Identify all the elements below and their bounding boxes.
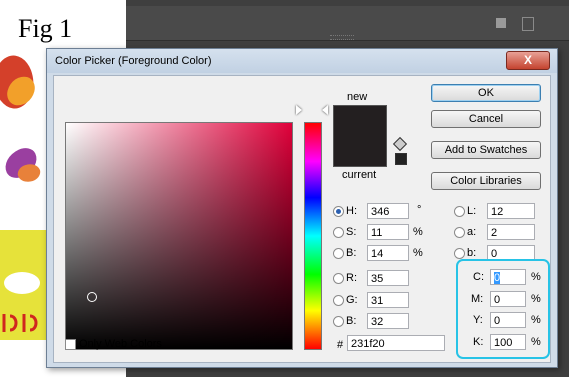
dialog-title: Color Picker (Foreground Color) — [55, 55, 212, 67]
only-web-colors-label: Only Web Colors — [79, 338, 162, 350]
close-icon: X — [523, 53, 532, 67]
b-channel-label: b: — [467, 247, 477, 259]
color-libraries-button[interactable]: Color Libraries — [431, 172, 541, 190]
hue-radio[interactable] — [333, 206, 344, 217]
blue-input[interactable]: 32 — [367, 313, 409, 329]
color-field[interactable] — [65, 122, 293, 350]
white-art-shape — [4, 272, 40, 294]
brightness-label: B: — [346, 247, 357, 259]
hue-slider-left-arrow-icon[interactable] — [296, 105, 302, 115]
ok-button[interactable]: OK — [431, 84, 541, 102]
lightness-input[interactable]: 12 — [487, 203, 535, 219]
lightness-label: L: — [467, 205, 477, 217]
blue-label: B: — [346, 315, 357, 327]
only-web-colors-checkbox[interactable] — [65, 339, 76, 350]
current-color-label: current — [342, 169, 377, 181]
b-channel-radio[interactable] — [454, 248, 465, 259]
brightness-radio[interactable] — [333, 248, 344, 259]
panel-grip-icon[interactable] — [330, 35, 354, 40]
red-input[interactable]: 35 — [367, 270, 409, 286]
hue-slider[interactable] — [304, 122, 322, 350]
blue-radio[interactable] — [333, 316, 344, 327]
cyan-value: 0 — [494, 272, 501, 284]
trash-icon[interactable] — [522, 17, 534, 31]
green-radio[interactable] — [333, 295, 344, 306]
color-picker-dialog: Color Picker (Foreground Color) X new cu… — [46, 48, 558, 368]
new-color-swatch — [333, 105, 387, 137]
title-bar[interactable]: Color Picker (Foreground Color) X — [47, 49, 557, 73]
new-layer-icon[interactable] — [496, 18, 506, 28]
hex-input[interactable]: 231f20 — [347, 335, 445, 351]
lightness-radio[interactable] — [454, 206, 465, 217]
a-channel-label: a: — [467, 226, 477, 238]
percent-unit: % — [531, 314, 541, 326]
red-art-text — [0, 310, 46, 342]
a-channel-input[interactable]: 2 — [487, 224, 535, 240]
hue-input[interactable]: 346 — [367, 203, 409, 219]
yellow-label: Y: — [473, 314, 483, 326]
saturation-radio[interactable] — [333, 227, 344, 238]
red-label: R: — [346, 272, 357, 284]
cyan-label: C: — [473, 271, 484, 283]
percent-unit: % — [413, 247, 423, 259]
green-label: G: — [346, 294, 358, 306]
magenta-label: M: — [471, 293, 484, 305]
hue-label: H: — [346, 205, 357, 217]
figure-label: Fig 1 — [14, 12, 94, 46]
cancel-button[interactable]: Cancel — [431, 110, 541, 128]
percent-unit: % — [413, 226, 423, 238]
brightness-input[interactable]: 14 — [367, 245, 409, 261]
red-art-glyphs-icon — [2, 314, 38, 332]
percent-unit: % — [531, 293, 541, 305]
degree-unit: ° — [417, 204, 422, 216]
saturation-label: S: — [346, 226, 357, 238]
color-field-cursor-icon[interactable] — [87, 292, 97, 302]
hue-slider-right-arrow-icon[interactable] — [322, 105, 328, 115]
a-channel-radio[interactable] — [454, 227, 465, 238]
close-button[interactable]: X — [506, 51, 550, 70]
new-color-label: new — [347, 91, 368, 103]
hex-label: # — [337, 339, 344, 351]
black-input[interactable]: 100 — [490, 334, 526, 350]
green-input[interactable]: 31 — [367, 292, 409, 308]
percent-unit: % — [531, 336, 541, 348]
saturation-input[interactable]: 11 — [367, 224, 409, 240]
websafe-square-icon[interactable] — [395, 153, 407, 165]
add-to-swatches-button[interactable]: Add to Swatches — [431, 141, 541, 159]
percent-unit: % — [531, 271, 541, 283]
yellow-input[interactable]: 0 — [490, 312, 526, 328]
black-label: K: — [473, 336, 484, 348]
current-color-swatch[interactable] — [333, 136, 387, 167]
magenta-input[interactable]: 0 — [490, 291, 526, 307]
cyan-input[interactable]: 0 — [490, 269, 526, 285]
red-radio[interactable] — [333, 273, 344, 284]
